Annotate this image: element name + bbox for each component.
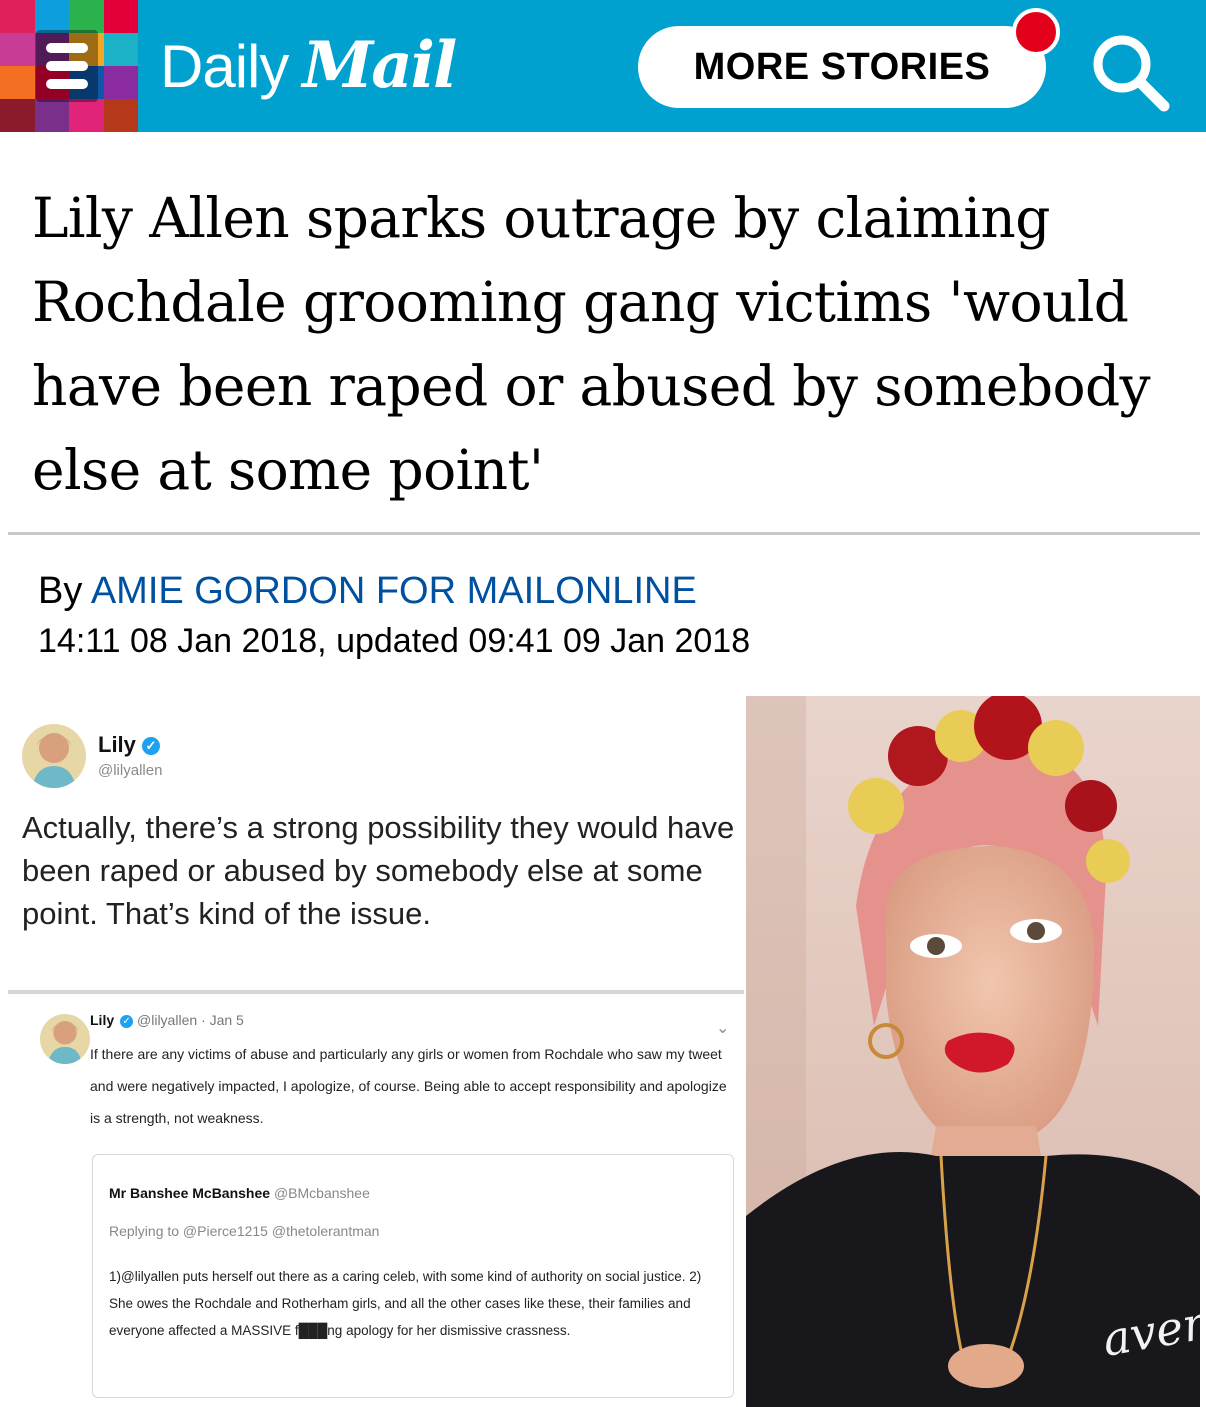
- quoted-tweet-text: 1)@lilyallen puts herself out there as a…: [109, 1269, 702, 1338]
- tweet-author-handle: @lilyallen: [98, 762, 163, 779]
- verified-icon: ✓: [120, 1014, 134, 1028]
- tweet-author-name: Lily ✓: [98, 732, 160, 758]
- tweet-divider: [8, 990, 744, 994]
- verified-icon: ✓: [141, 737, 160, 756]
- chevron-down-icon: ⌄: [716, 1020, 730, 1037]
- lily-allen-photo: avem: [746, 696, 1200, 1407]
- reply-tweet-text: If there are any victims of abuse and pa…: [90, 1046, 727, 1126]
- reply-tweet-header: Lily ✓ @lilyallen · Jan 5: [90, 1012, 244, 1028]
- quoted-tweet-header: Mr Banshee McBanshee @BMcbanshee: [109, 1185, 370, 1201]
- article-headline: Lily Allen sparks outrage by claiming Ro…: [32, 186, 1151, 502]
- tweet-author-name-text: Lily: [98, 732, 136, 757]
- quoted-tweet-replying-to: Replying to @Pierce1215 @thetolerantman: [109, 1223, 380, 1239]
- quoted-tweet-handle: @BMcbanshee: [273, 1185, 370, 1201]
- lily-avatar: [22, 724, 86, 788]
- reply-tweet-author: Lily: [90, 1012, 115, 1028]
- headline-divider: [8, 532, 1200, 535]
- author-link[interactable]: AMIE GORDON FOR MAILONLINE: [91, 570, 697, 612]
- quoted-tweet-author: Mr Banshee McBanshee: [109, 1185, 271, 1201]
- tweet-screenshot-image: Lily ✓ @lilyallen Actually, there’s a str…: [8, 698, 744, 1407]
- menu-icon[interactable]: [36, 30, 98, 102]
- article-dateline: 14:11 08 Jan 2018, updated 09:41 09 Jan …: [38, 622, 751, 660]
- logo-mail-text: Mail: [302, 28, 457, 103]
- reply-tweet-handle-date: @lilyallen · Jan 5: [137, 1012, 244, 1028]
- tweet-text: Actually, there’s a strong possibility t…: [22, 810, 735, 931]
- lily-avatar-small: [40, 1014, 90, 1064]
- notification-dot: [1012, 8, 1060, 56]
- quoted-tweet: Mr Banshee McBanshee @BMcbanshee Replyin…: [92, 1154, 734, 1398]
- byline-prefix: By: [38, 570, 83, 612]
- logo-daily-text: Daily: [160, 33, 289, 100]
- byline: By AMIE GORDON FOR MAILONLINE: [38, 570, 697, 613]
- search-icon[interactable]: [1088, 30, 1172, 114]
- daily-mail-logo[interactable]: Daily Mail: [160, 28, 457, 104]
- more-stories-button[interactable]: MORE STORIES: [638, 26, 1046, 108]
- site-header: Daily Mail MORE STORIES: [0, 0, 1206, 132]
